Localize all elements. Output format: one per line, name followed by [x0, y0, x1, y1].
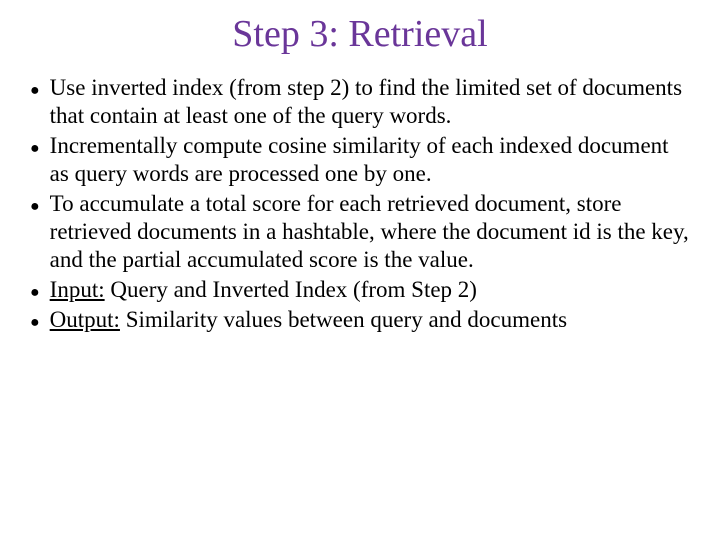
- bullet-text: Incrementally compute cosine similarity …: [50, 132, 690, 188]
- bullet-icon: ●: [30, 141, 40, 157]
- bullet-icon: ●: [30, 199, 40, 215]
- list-item: ● Use inverted index (from step 2) to fi…: [30, 74, 690, 130]
- bullet-icon: ●: [30, 285, 40, 301]
- list-item: ● Input: Query and Inverted Index (from …: [30, 276, 690, 304]
- bullet-text: Output: Similarity values between query …: [50, 306, 690, 334]
- list-item: ● Incrementally compute cosine similarit…: [30, 132, 690, 188]
- bullet-text: To accumulate a total score for each ret…: [50, 190, 690, 274]
- bullet-icon: ●: [30, 83, 40, 99]
- list-item: ● Output: Similarity values between quer…: [30, 306, 690, 334]
- bullet-list: ● Use inverted index (from step 2) to fi…: [30, 74, 690, 334]
- bullet-text: Input: Query and Inverted Index (from St…: [50, 276, 690, 304]
- list-item: ● To accumulate a total score for each r…: [30, 190, 690, 274]
- bullet-icon: ●: [30, 315, 40, 331]
- slide: Step 3: Retrieval ● Use inverted index (…: [0, 0, 720, 334]
- slide-title: Step 3: Retrieval: [30, 12, 690, 56]
- bullet-text: Use inverted index (from step 2) to find…: [50, 74, 690, 130]
